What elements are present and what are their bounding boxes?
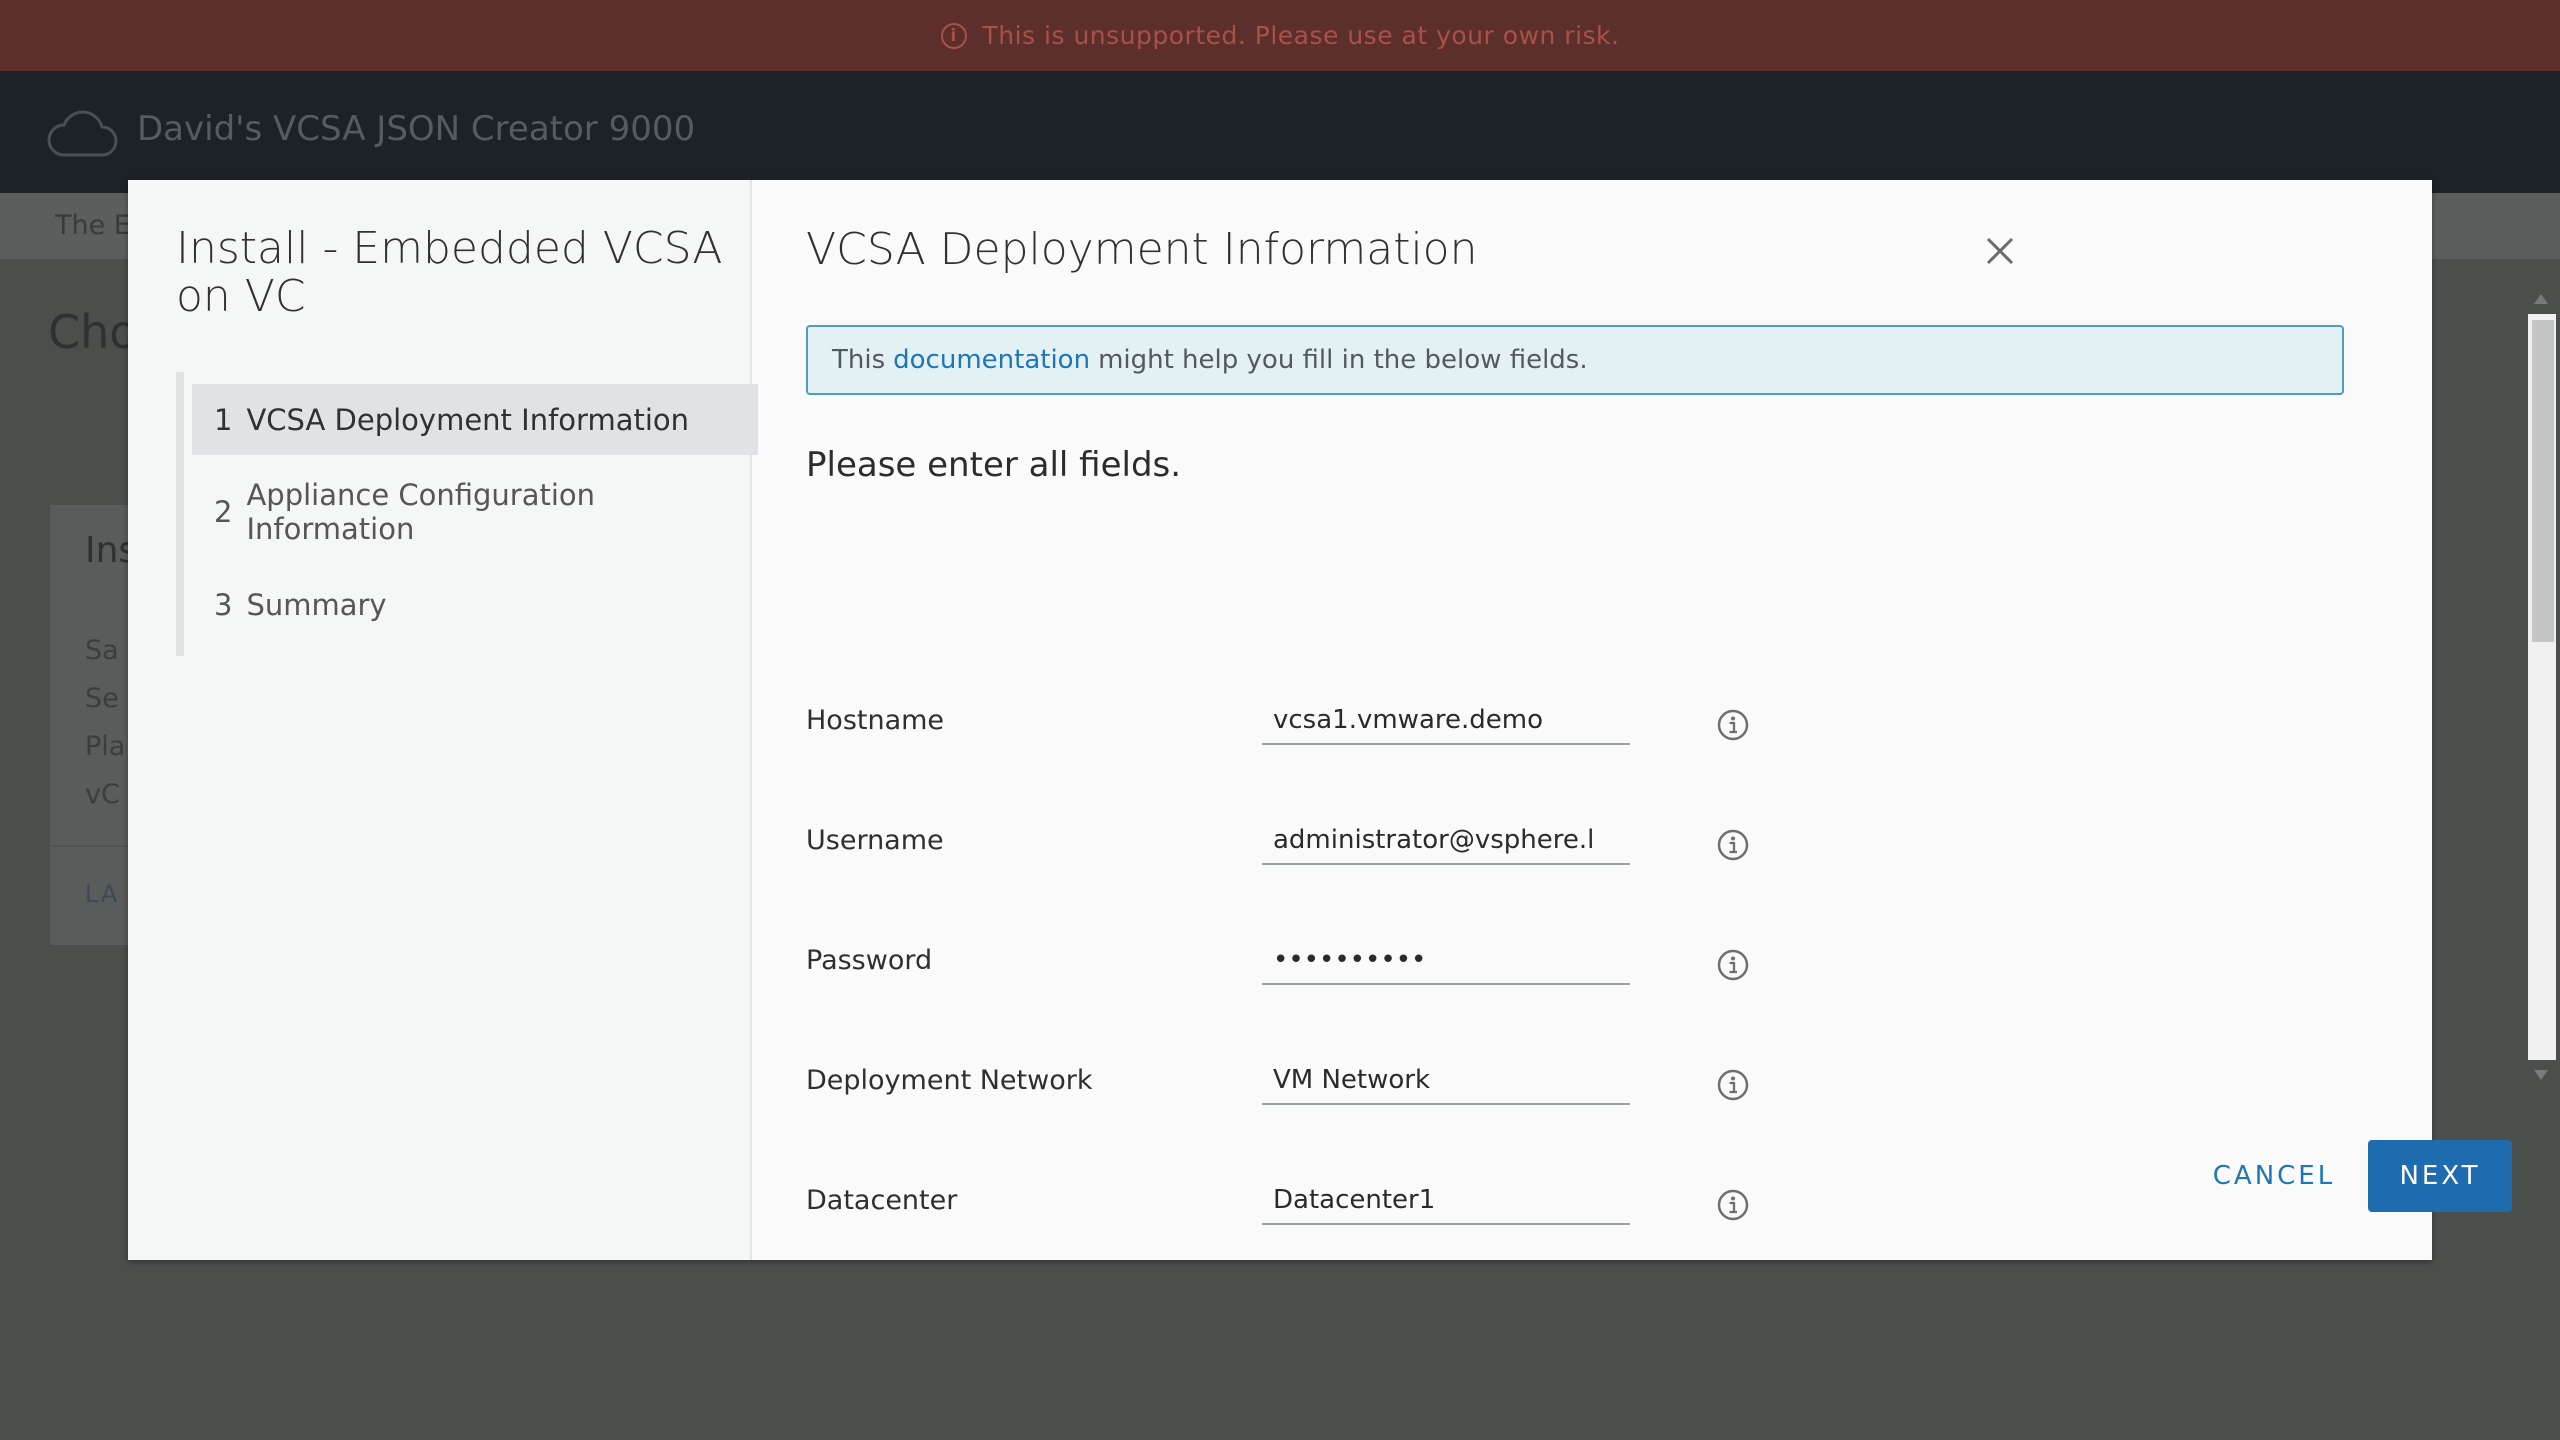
background-card-line: Pla (85, 731, 126, 762)
divider (50, 845, 140, 847)
info-icon[interactable] (1716, 948, 1750, 982)
step-number: 2 (214, 494, 233, 529)
deployment-network-label: Deployment Network (806, 1065, 1093, 1096)
deployment-network-row: Deployment Network (806, 1057, 1806, 1135)
hostname-row: Hostname (806, 697, 1806, 775)
unsupported-banner: i This is unsupported. Please use at you… (0, 0, 2560, 71)
step-label: Summary (246, 587, 387, 622)
background-card-line: vC (85, 779, 120, 810)
subnav-text: The E (55, 210, 131, 241)
app-title: David's VCSA JSON Creator 9000 (137, 109, 696, 149)
step-label: Appliance Configuration Information (246, 477, 596, 546)
info-icon[interactable] (1716, 708, 1750, 742)
info-alert: This documentation might help you fill i… (806, 325, 2344, 395)
background-card-line: Sa (85, 635, 119, 666)
password-input[interactable] (1262, 937, 1630, 985)
content-title: VCSA Deployment Information (806, 224, 1478, 275)
step-label: VCSA Deployment Information (246, 402, 690, 437)
alert-suffix: might help you fill in the below fields. (1098, 345, 1588, 375)
wizard-modal: Install - Embedded VCSA on VC 1 VCSA Dep… (128, 180, 2556, 1260)
wizard-step-summary[interactable]: 3 Summary (192, 569, 758, 640)
background-card-line: Se (85, 683, 119, 714)
scrollbar-thumb[interactable] (2532, 320, 2554, 642)
cloud-icon (47, 110, 118, 157)
wizard-content: VCSA Deployment Information This documen… (752, 180, 2556, 1260)
content-scrollbar[interactable] (2528, 292, 2556, 1082)
hostname-label: Hostname (806, 705, 945, 736)
close-icon[interactable] (1980, 231, 2020, 271)
hostname-input[interactable] (1262, 697, 1630, 745)
datacenter-label: Datacenter (806, 1185, 958, 1216)
wizard-step-appliance-config[interactable]: 2 Appliance Configuration Information (192, 476, 758, 547)
background-card: Ins Sa Se Pla vC LA (50, 505, 140, 945)
app-header: David's VCSA JSON Creator 9000 (0, 71, 2560, 193)
username-label: Username (806, 825, 944, 856)
alert-prefix: This (832, 345, 886, 375)
form-heading: Please enter all fields. (806, 445, 1182, 485)
info-icon[interactable] (1716, 1188, 1750, 1222)
wizard-sidebar: Install - Embedded VCSA on VC 1 VCSA Dep… (128, 180, 758, 1260)
next-button[interactable]: NEXT (2368, 1140, 2512, 1212)
info-icon[interactable] (1716, 1068, 1750, 1102)
password-row: Password (806, 937, 1806, 1015)
deployment-network-input[interactable] (1262, 1057, 1630, 1105)
step-number: 3 (214, 587, 233, 622)
info-icon[interactable] (1716, 828, 1750, 862)
documentation-link[interactable]: documentation (893, 345, 1090, 375)
password-label: Password (806, 945, 933, 976)
username-input[interactable] (1262, 817, 1630, 865)
scroll-down-icon[interactable] (2534, 1070, 2548, 1080)
step-number: 1 (214, 402, 233, 437)
wizard-title: Install - Embedded VCSA on VC (176, 223, 723, 322)
background-launch-link: LA (85, 880, 120, 908)
info-icon: i (940, 22, 967, 49)
cancel-button[interactable]: CANCEL (2193, 1140, 2355, 1212)
background-heading: Cho (48, 305, 138, 359)
wizard-step-deployment-info[interactable]: 1 VCSA Deployment Information (192, 384, 758, 455)
username-row: Username (806, 817, 1806, 895)
datacenter-input[interactable] (1262, 1177, 1630, 1225)
banner-text: This is unsupported. Please use at your … (982, 21, 1620, 50)
datacenter-row: Datacenter (806, 1177, 1806, 1255)
wizard-steps: 1 VCSA Deployment Information 2 Applianc… (176, 372, 758, 656)
scroll-up-icon[interactable] (2534, 294, 2548, 304)
